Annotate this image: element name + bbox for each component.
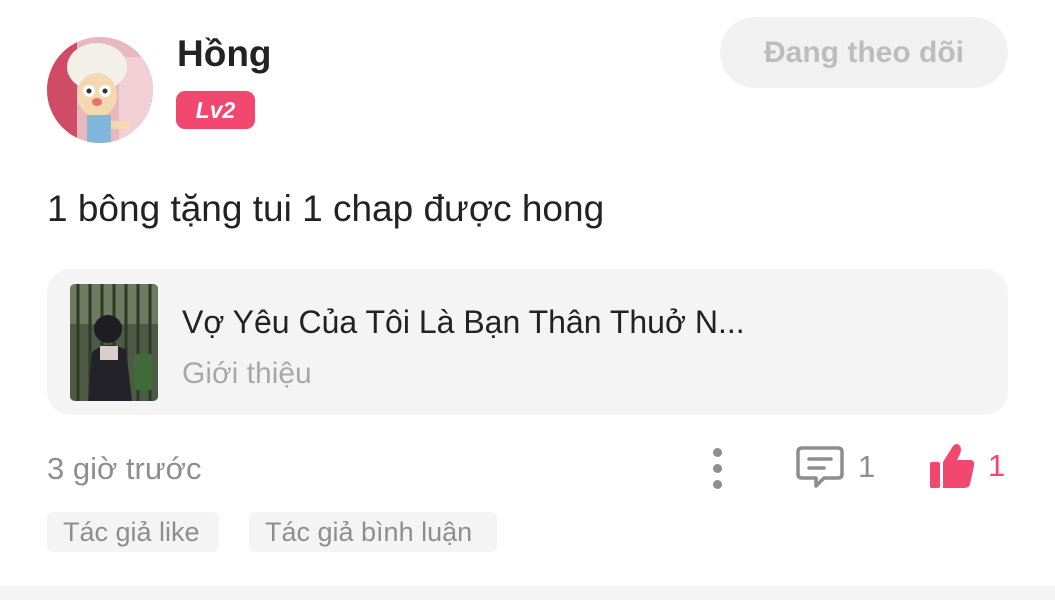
comment-text: 1 bông tặng tui 1 chap được hong [47, 188, 605, 229]
thumbs-up-icon [930, 444, 975, 488]
book-cover [70, 284, 158, 401]
level-badge: Lv2 [176, 91, 255, 129]
following-button[interactable]: Đang theo dõi [720, 17, 1008, 88]
username[interactable]: Hồng [177, 30, 272, 78]
more-options-button[interactable] [700, 443, 734, 493]
book-cover-image [70, 284, 158, 401]
tag-author-commented: Tác giả bình luận [249, 512, 497, 552]
section-divider [0, 586, 1055, 600]
reply-button[interactable]: 1 [796, 442, 875, 492]
more-vertical-icon [712, 447, 722, 457]
book-card[interactable]: Vợ Yêu Của Tôi Là Bạn Thân Thuở N... Giớ… [47, 269, 1008, 415]
avatar[interactable] [47, 37, 153, 143]
book-title: Vợ Yêu Của Tôi Là Bạn Thân Thuở N... [182, 304, 745, 340]
avatar-image [47, 37, 153, 143]
like-count: 1 [988, 448, 1006, 483]
comment-timestamp: 3 giờ trước [47, 451, 202, 486]
book-subtitle: Giới thiệu [182, 357, 312, 390]
comment-icon [796, 446, 844, 488]
tag-author-liked: Tác giả like [47, 512, 219, 552]
like-button[interactable]: 1 [928, 440, 1005, 492]
reply-count: 1 [858, 449, 876, 484]
